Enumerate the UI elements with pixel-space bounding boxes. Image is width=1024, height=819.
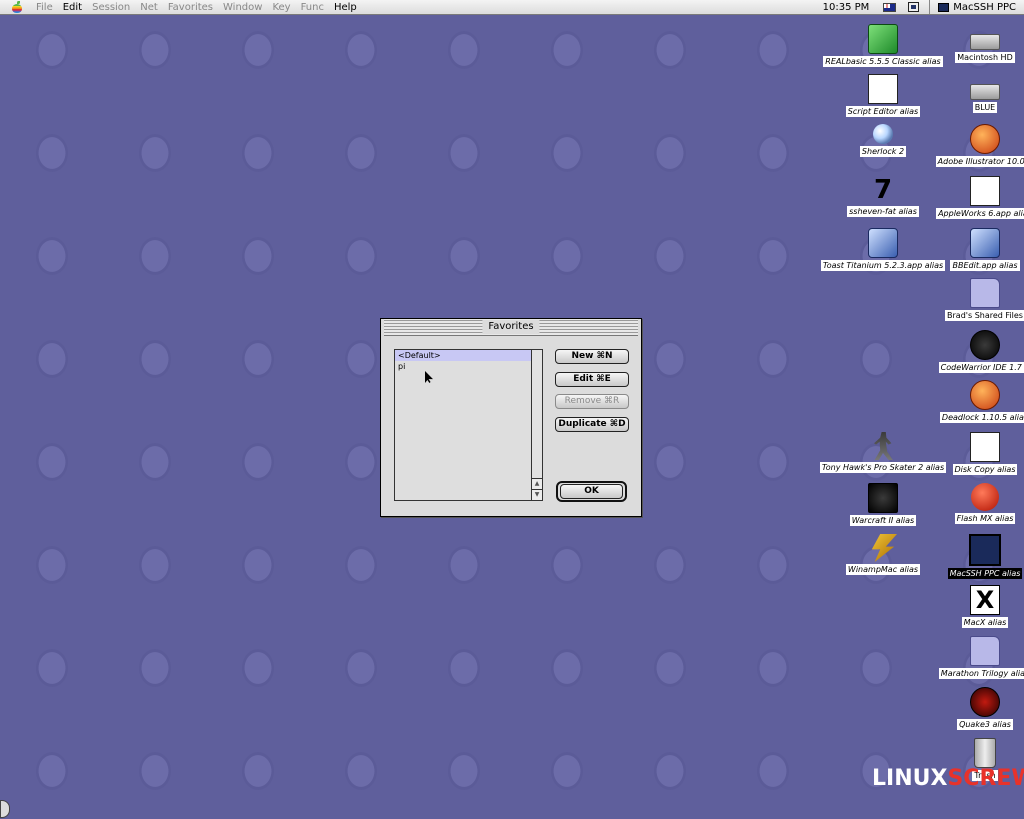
desktop-icon-label: Macintosh HD bbox=[955, 52, 1015, 63]
desktop-icon-blue[interactable]: BLUE bbox=[915, 74, 1024, 113]
folder-icon bbox=[970, 278, 1000, 308]
menu-session[interactable]: Session bbox=[87, 2, 135, 13]
desktop-icon-macssh[interactable]: MacSSH PPC alias bbox=[915, 534, 1024, 579]
list-scrollbar[interactable]: ▲ ▼ bbox=[531, 350, 542, 500]
macx-icon: X bbox=[970, 585, 1000, 615]
watermark-part-1: LINUX bbox=[872, 766, 948, 791]
menu-edit[interactable]: Edit bbox=[58, 2, 87, 13]
desktop-icon-macintosh-hd[interactable]: Macintosh HD bbox=[915, 24, 1024, 63]
desktop-icon-label: Warcraft II alias bbox=[849, 515, 917, 526]
desktop-icon-illustrator[interactable]: Adobe Illustrator 10.0.3 bbox=[915, 124, 1024, 167]
disk-copy-icon bbox=[970, 432, 1000, 462]
warcraft-icon bbox=[868, 483, 898, 513]
desktop-icon-label: BBEdit.app alias bbox=[950, 260, 1020, 271]
desktop-icon-label: Sherlock 2 bbox=[859, 146, 907, 157]
menu-net[interactable]: Net bbox=[135, 2, 163, 13]
control-strip-tab[interactable] bbox=[0, 800, 10, 818]
menu-favorites[interactable]: Favorites bbox=[163, 2, 218, 13]
menu-help[interactable]: Help bbox=[329, 2, 362, 13]
desktop-icon-label: Flash MX alias bbox=[954, 513, 1016, 524]
list-item[interactable]: <Default> bbox=[395, 350, 531, 361]
seven-icon: 7 bbox=[873, 175, 893, 205]
dialog-title-bar[interactable]: Favorites bbox=[384, 319, 638, 336]
desktop-icon-quake3[interactable]: Quake3 alias bbox=[915, 687, 1024, 730]
desktop-icon-label: Adobe Illustrator 10.0.3 bbox=[935, 156, 1024, 167]
desktop-icon-label: MacSSH PPC alias bbox=[947, 568, 1023, 579]
cube-icon bbox=[868, 24, 898, 54]
skater-icon bbox=[874, 432, 893, 460]
desktop-icon-codewarrior[interactable]: CodeWarrior IDE 1.7 a bbox=[915, 330, 1024, 373]
desktop-icon-label: AppleWorks 6.app alias bbox=[936, 208, 1024, 219]
illustrator-icon bbox=[970, 124, 1000, 154]
desktop-icon-flash[interactable]: Flash MX alias bbox=[915, 483, 1024, 524]
ok-button[interactable]: OK bbox=[560, 484, 623, 499]
watermark-part-2: SCREW bbox=[947, 766, 1024, 791]
script-editor-icon bbox=[868, 74, 898, 104]
desktop-icon-label: MacX alias bbox=[961, 617, 1009, 628]
watermark-logo: LINUXSCREW bbox=[872, 766, 1024, 791]
desktop-icon-label: Disk Copy alias bbox=[952, 464, 1018, 475]
quake-icon bbox=[970, 687, 1000, 717]
menu-bar: File Edit Session Net Favorites Window K… bbox=[0, 0, 1024, 15]
desktop-icon-disk-copy[interactable]: Disk Copy alias bbox=[915, 432, 1024, 475]
desktop-icon-label: Quake3 alias bbox=[957, 719, 1013, 730]
desktop-icon-label: Marathon Trilogy alias bbox=[938, 668, 1024, 679]
desktop-icon-label: WinampMac alias bbox=[845, 564, 921, 575]
macssh-app-icon bbox=[938, 2, 950, 12]
menu-func[interactable]: Func bbox=[296, 2, 329, 13]
macssh-icon bbox=[969, 534, 1001, 566]
list-item[interactable]: pi bbox=[395, 361, 531, 372]
desktop-icon-appleworks[interactable]: AppleWorks 6.app alias bbox=[915, 176, 1024, 219]
magnifier-icon bbox=[873, 124, 893, 144]
appleworks-icon bbox=[970, 176, 1000, 206]
favorites-list[interactable]: <Default> pi ▲ ▼ bbox=[394, 349, 543, 501]
edit-button[interactable]: Edit ⌘E bbox=[555, 372, 629, 387]
menu-file[interactable]: File bbox=[31, 2, 58, 13]
desktop-icon-label: Brad's Shared Files bbox=[945, 310, 1024, 321]
desktop-icon-label: Script Editor alias bbox=[845, 106, 921, 117]
desktop-icon-deadlock[interactable]: Deadlock 1.10.5 alias bbox=[915, 380, 1024, 423]
drive-icon bbox=[970, 84, 1000, 100]
codewarrior-icon bbox=[970, 330, 1000, 360]
desktop-icon-macx[interactable]: X MacX alias bbox=[915, 585, 1024, 628]
desktop-icon-bbedit[interactable]: BBEdit.app alias bbox=[915, 228, 1024, 271]
folder-icon bbox=[970, 636, 1000, 666]
desktop-icon-label: BLUE bbox=[972, 102, 998, 113]
menu-clock[interactable]: 10:35 PM bbox=[815, 2, 878, 13]
new-button[interactable]: New ⌘N bbox=[555, 349, 629, 364]
toast-icon bbox=[868, 228, 898, 258]
keyboard-layout-flag-icon[interactable] bbox=[883, 2, 897, 12]
drive-icon bbox=[970, 34, 1000, 50]
remove-button: Remove ⌘R bbox=[555, 394, 629, 409]
desktop-icon-label: Deadlock 1.10.5 alias bbox=[939, 412, 1024, 423]
menu-key[interactable]: Key bbox=[267, 2, 295, 13]
menu-window[interactable]: Window bbox=[218, 2, 267, 13]
control-strip-icon[interactable] bbox=[908, 2, 920, 12]
apple-menu-icon[interactable] bbox=[11, 1, 25, 13]
deadlock-icon bbox=[970, 380, 1000, 410]
dialog-title: Favorites bbox=[482, 320, 540, 334]
flash-icon bbox=[971, 483, 999, 511]
scroll-up-arrow-icon[interactable]: ▲ bbox=[532, 478, 542, 489]
trash-icon bbox=[974, 738, 996, 768]
desktop-icon-marathon[interactable]: Marathon Trilogy alias bbox=[915, 636, 1024, 679]
application-menu[interactable]: MacSSH PPC bbox=[934, 2, 1024, 13]
menu-extras: 10:35 PM MacSSH PPC bbox=[815, 0, 1024, 14]
desktop-icon-label: CodeWarrior IDE 1.7 a bbox=[938, 362, 1024, 373]
scroll-down-arrow-icon[interactable]: ▼ bbox=[532, 489, 542, 500]
favorites-dialog: Favorites <Default> pi ▲ ▼ New ⌘N Edit ⌘… bbox=[380, 318, 642, 517]
ok-button-default-ring: OK bbox=[556, 481, 627, 502]
duplicate-button[interactable]: Duplicate ⌘D bbox=[555, 417, 629, 432]
application-menu-label: MacSSH PPC bbox=[953, 1, 1016, 13]
bbedit-icon bbox=[970, 228, 1000, 258]
menu-divider bbox=[929, 0, 931, 14]
desktop-icon-shared-files[interactable]: Brad's Shared Files bbox=[915, 278, 1024, 321]
winamp-icon bbox=[871, 534, 897, 562]
desktop-icon-label: ssheven-fat alias bbox=[847, 206, 919, 217]
